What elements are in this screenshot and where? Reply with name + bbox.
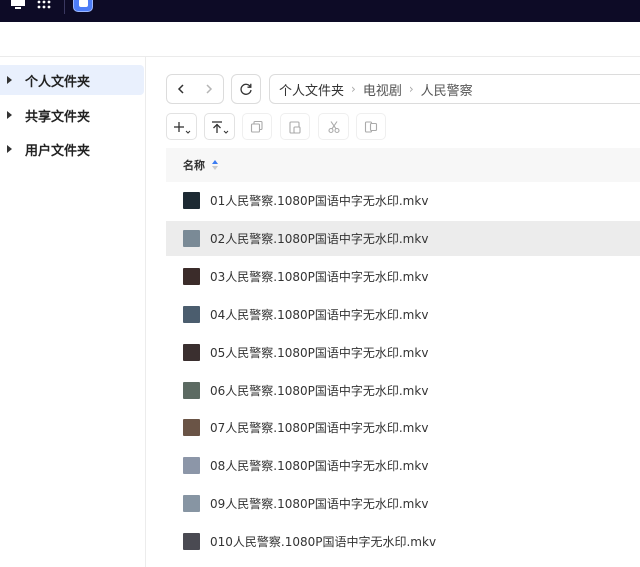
file-name: 04人民警察.1080P国语中字无水印.mkv [210, 308, 429, 322]
new-icon [173, 121, 190, 134]
apps-grid-icon[interactable] [36, 0, 52, 10]
column-header-name[interactable]: 名称 [183, 157, 205, 173]
file-station-app-icon[interactable] [73, 0, 93, 12]
monitor-icon[interactable] [10, 0, 26, 9]
refresh-button[interactable] [231, 74, 261, 104]
cut-button[interactable] [318, 113, 349, 140]
move-button[interactable] [356, 113, 386, 140]
sidebar: 个人文件夹 共享文件夹 用户文件夹 [0, 57, 146, 567]
video-thumbnail-icon [183, 344, 200, 361]
window-title-area [0, 22, 640, 57]
breadcrumb-item[interactable]: 电视剧 [363, 80, 402, 99]
file-name: 03人民警察.1080P国语中字无水印.mkv [210, 270, 429, 284]
sort-ascending-icon[interactable] [211, 159, 219, 171]
forward-button[interactable] [195, 75, 223, 103]
breadcrumb-item[interactable]: 人民警察 [421, 80, 473, 99]
top-system-bar [0, 0, 640, 22]
file-name: 05人民警察.1080P国语中字无水印.mkv [210, 346, 429, 360]
file-name: 06人民警察.1080P国语中字无水印.mkv [210, 384, 429, 398]
video-thumbnail-icon [183, 268, 200, 285]
sidebar-item-label: 个人文件夹 [25, 74, 91, 90]
video-thumbnail-icon [183, 457, 200, 474]
chevron-right-icon [206, 84, 213, 94]
sidebar-item-shared-folder[interactable]: 共享文件夹 [0, 100, 144, 130]
file-row[interactable]: 06人民警察.1080P国语中字无水印.mkv [166, 373, 640, 408]
paste-button[interactable] [280, 113, 310, 140]
file-row[interactable]: 08人民警察.1080P国语中字无水印.mkv [166, 448, 640, 483]
topbar-divider [64, 0, 65, 14]
refresh-icon [240, 83, 252, 95]
file-row[interactable]: 05人民警察.1080P国语中字无水印.mkv [166, 335, 640, 370]
upload-button[interactable] [204, 113, 235, 140]
file-name: 010人民警察.1080P国语中字无水印.mkv [210, 535, 437, 549]
file-name: 02人民警察.1080P国语中字无水印.mkv [210, 232, 429, 246]
copy-button[interactable] [242, 113, 272, 140]
video-thumbnail-icon [183, 230, 200, 247]
breadcrumb-item[interactable]: 个人文件夹 [279, 80, 344, 99]
copy-icon [250, 120, 263, 133]
sidebar-item-label: 共享文件夹 [25, 109, 91, 125]
list-header: 名称 [166, 148, 640, 182]
scissors-icon [327, 120, 340, 133]
caret-right-icon[interactable] [7, 145, 12, 153]
sidebar-item-label: 用户文件夹 [25, 143, 91, 159]
new-button[interactable] [166, 113, 197, 140]
video-thumbnail-icon [183, 419, 200, 436]
file-row[interactable]: 09人民警察.1080P国语中字无水印.mkv [166, 486, 640, 521]
chevron-right-icon: › [408, 82, 414, 96]
breadcrumb: 个人文件夹 › 电视剧 › 人民警察 [269, 74, 640, 104]
caret-right-icon[interactable] [7, 111, 12, 119]
caret-right-icon[interactable] [7, 76, 12, 84]
file-name: 07人民警察.1080P国语中字无水印.mkv [210, 421, 429, 435]
history-nav-group [166, 74, 224, 104]
chevron-left-icon [177, 84, 184, 94]
file-row[interactable]: 07人民警察.1080P国语中字无水印.mkv [166, 410, 640, 445]
video-thumbnail-icon [183, 192, 200, 209]
sidebar-item-personal-folder[interactable]: 个人文件夹 [0, 65, 144, 95]
file-row[interactable]: 010人民警察.1080P国语中字无水印.mkv [166, 524, 640, 559]
sidebar-item-user-folder[interactable]: 用户文件夹 [0, 134, 144, 164]
upload-icon [211, 120, 228, 134]
file-row[interactable]: 02人民警察.1080P国语中字无水印.mkv [166, 221, 640, 256]
video-thumbnail-icon [183, 533, 200, 550]
file-row[interactable]: 04人民警察.1080P国语中字无水印.mkv [166, 297, 640, 332]
back-button[interactable] [167, 75, 195, 103]
file-name: 08人民警察.1080P国语中字无水印.mkv [210, 459, 429, 473]
file-row[interactable]: 03人民警察.1080P国语中字无水印.mkv [166, 259, 640, 294]
video-thumbnail-icon [183, 382, 200, 399]
file-row[interactable]: 01人民警察.1080P国语中字无水印.mkv [166, 183, 640, 218]
file-name: 01人民警察.1080P国语中字无水印.mkv [210, 194, 429, 208]
move-icon [364, 120, 378, 133]
video-thumbnail-icon [183, 306, 200, 323]
paste-icon [289, 120, 301, 134]
file-name: 09人民警察.1080P国语中字无水印.mkv [210, 497, 429, 511]
video-thumbnail-icon [183, 495, 200, 512]
chevron-right-icon: › [351, 82, 356, 96]
